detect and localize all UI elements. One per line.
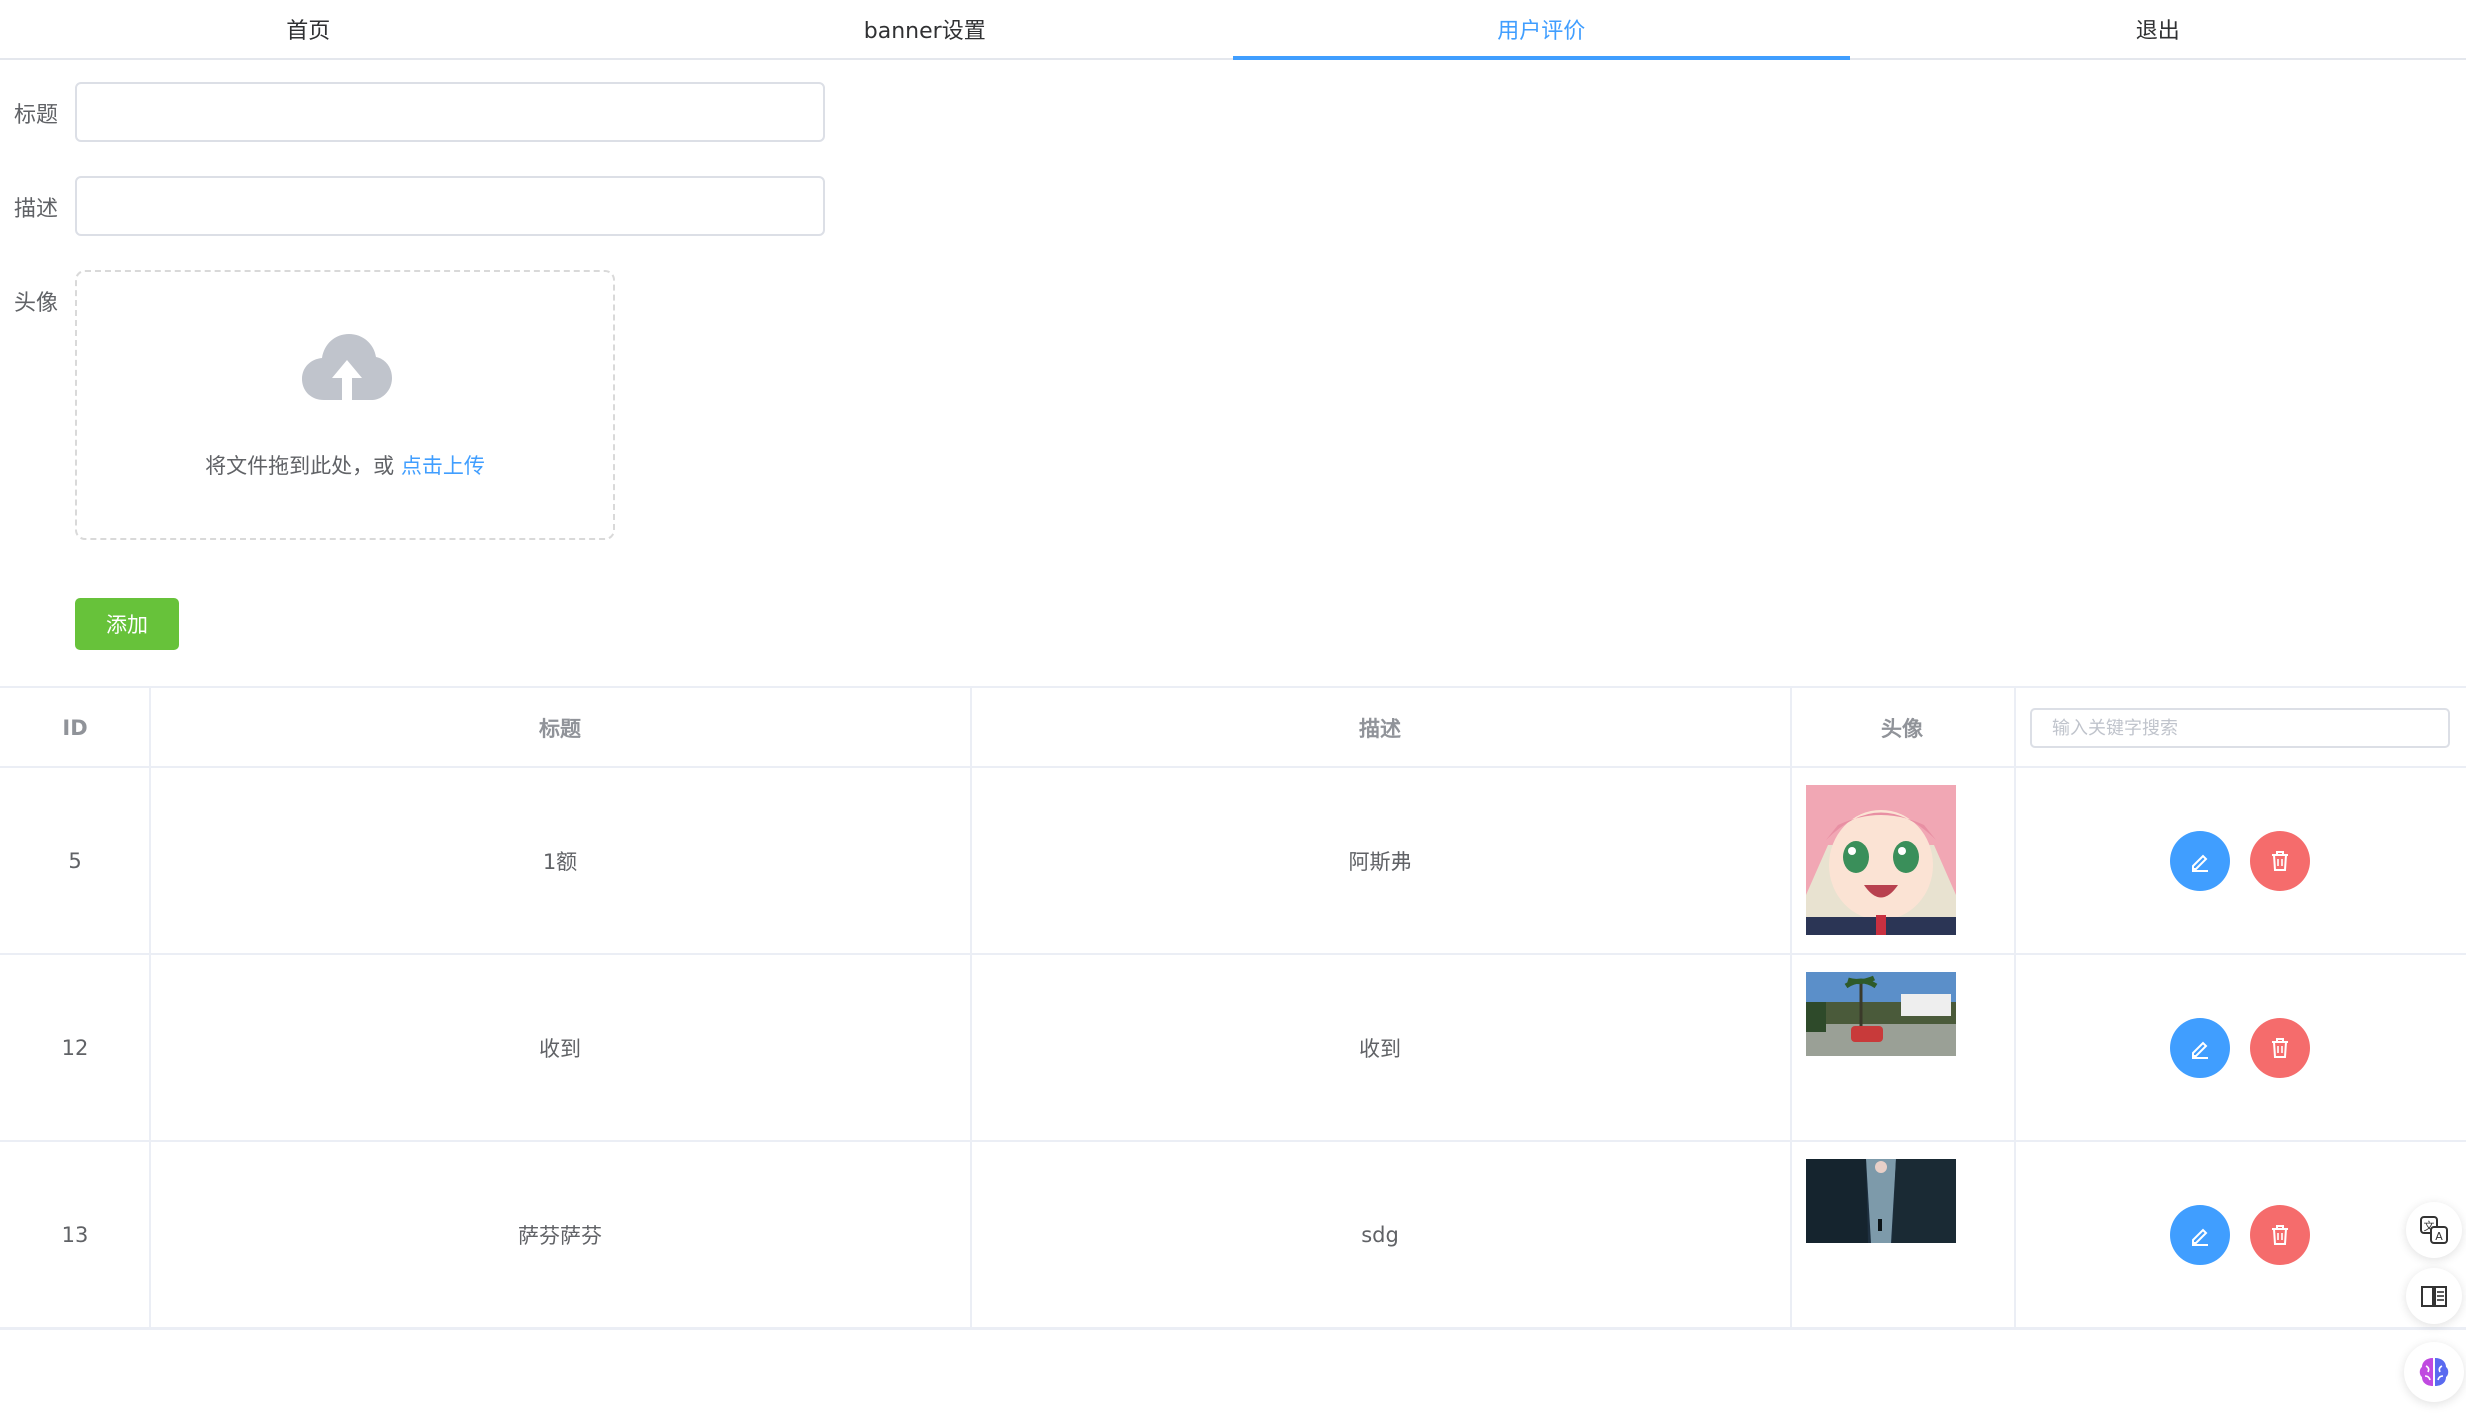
title-label: 标题 bbox=[14, 103, 59, 128]
delete-button[interactable] bbox=[2250, 831, 2310, 891]
table-row: 13 萨芬萨芬 sdg bbox=[0, 1142, 2466, 1329]
edit-icon bbox=[2192, 854, 2208, 872]
header-desc: 描述 bbox=[1359, 717, 1401, 741]
avatar-thumbnail bbox=[1806, 972, 1956, 1056]
title-input[interactable] bbox=[75, 82, 825, 142]
desc-label: 描述 bbox=[14, 197, 59, 222]
ai-assistant-button[interactable] bbox=[2404, 1342, 2464, 1402]
cell-id: 12 bbox=[61, 1035, 89, 1060]
cell-desc: 阿斯弗 bbox=[1348, 849, 1412, 874]
table-row: 12 收到 收到 bbox=[0, 955, 2466, 1142]
trash-icon bbox=[2272, 1225, 2288, 1245]
trash-icon bbox=[2272, 851, 2288, 871]
table-header: ID 标题 描述 头像 bbox=[0, 688, 2466, 768]
delete-button[interactable] bbox=[2250, 1018, 2310, 1078]
avatar-upload-dropzone[interactable]: 将文件拖到此处，或 点击上传 bbox=[75, 270, 615, 540]
delete-button[interactable] bbox=[2250, 1205, 2310, 1265]
translate-button[interactable]: 文 A bbox=[2406, 1202, 2462, 1258]
reader-button[interactable] bbox=[2406, 1268, 2462, 1324]
header-title: 标题 bbox=[539, 717, 581, 741]
desc-input[interactable] bbox=[75, 176, 825, 236]
nav-item-banner-settings[interactable]: banner设置 bbox=[617, 0, 1234, 58]
add-button[interactable]: 添加 bbox=[75, 598, 179, 650]
cell-title: 萨芬萨芬 bbox=[518, 1223, 602, 1248]
search-input[interactable] bbox=[2030, 708, 2450, 748]
reader-icon bbox=[2421, 1286, 2447, 1307]
svg-text:A: A bbox=[2435, 1230, 2443, 1243]
cell-title: 1额 bbox=[542, 849, 578, 874]
cell-desc: 收到 bbox=[1359, 1036, 1401, 1061]
nav-item-home[interactable]: 首页 bbox=[0, 0, 617, 58]
header-id: ID bbox=[62, 716, 88, 740]
trash-icon bbox=[2272, 1038, 2288, 1058]
edit-button[interactable] bbox=[2170, 1018, 2230, 1078]
cloud-upload-icon bbox=[302, 334, 392, 400]
edit-icon bbox=[2192, 1228, 2208, 1246]
ai-brain-icon bbox=[2419, 1358, 2449, 1386]
header-avatar: 头像 bbox=[1881, 717, 1923, 741]
nav-item-logout[interactable]: 退出 bbox=[1850, 0, 2466, 58]
avatar-thumbnail bbox=[1806, 1159, 1956, 1243]
upload-hint-text: 将文件拖到此处，或 bbox=[205, 454, 395, 478]
upload-click-link[interactable]: 点击上传 bbox=[401, 454, 485, 478]
avatar-thumbnail bbox=[1806, 785, 1956, 935]
cell-desc: sdg bbox=[1361, 1222, 1399, 1247]
top-nav: 首页 banner设置 用户评价 退出 bbox=[0, 0, 2466, 60]
page-root: 首页 banner设置 用户评价 退出 标题 描述 头像 将文件拖到此处，或 点… bbox=[0, 0, 2466, 1418]
nav-item-user-reviews[interactable]: 用户评价 bbox=[1233, 0, 1850, 60]
table-row: 5 1额 阿斯弗 bbox=[0, 768, 2466, 955]
cell-id: 13 bbox=[61, 1222, 89, 1247]
edit-button[interactable] bbox=[2170, 831, 2230, 891]
reviews-table: ID 标题 描述 头像 5 1额 阿斯弗 bbox=[0, 686, 2466, 1330]
upload-hint: 将文件拖到此处，或 点击上传 bbox=[77, 450, 613, 480]
translate-icon: 文 A bbox=[2420, 1216, 2448, 1244]
cell-id: 5 bbox=[68, 848, 82, 873]
edit-button[interactable] bbox=[2170, 1205, 2230, 1265]
avatar-label: 头像 bbox=[14, 291, 59, 316]
edit-icon bbox=[2192, 1041, 2208, 1059]
cell-title: 收到 bbox=[539, 1036, 581, 1061]
